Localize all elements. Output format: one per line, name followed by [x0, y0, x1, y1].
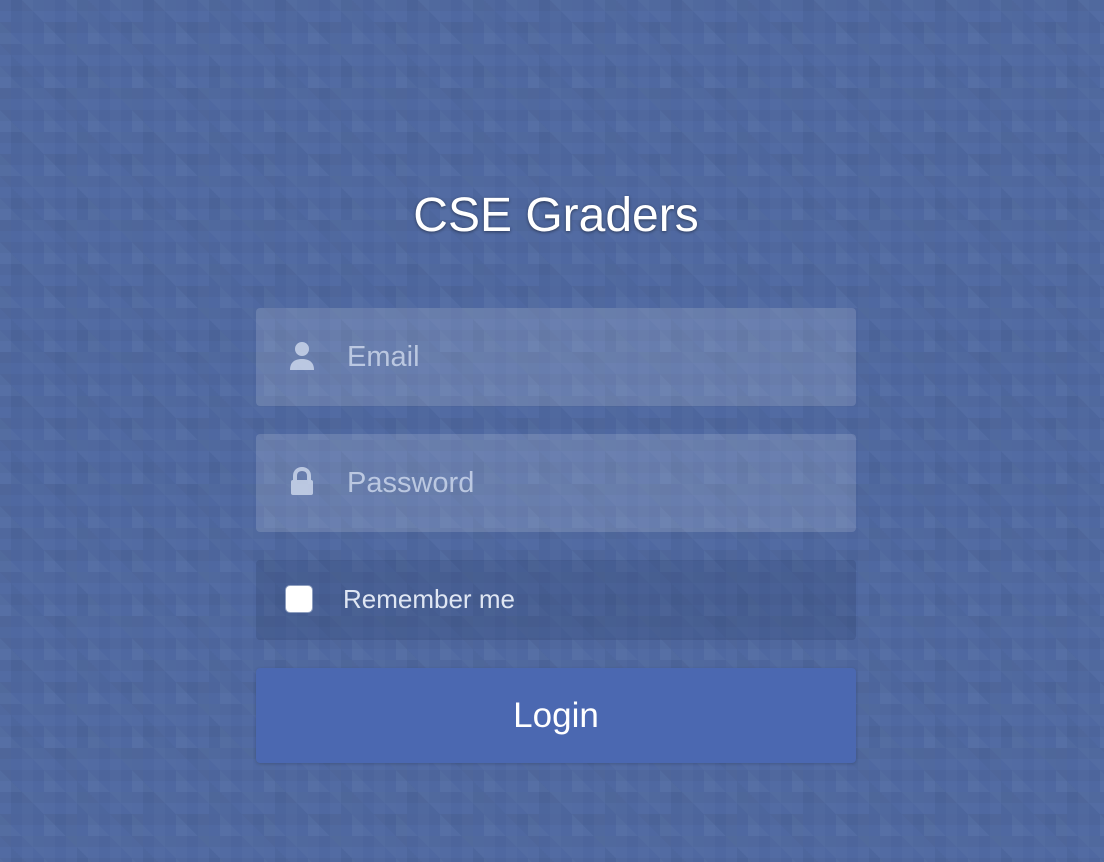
password-field-container	[256, 434, 856, 532]
login-button[interactable]: Login	[256, 668, 856, 763]
email-input[interactable]	[347, 308, 837, 406]
password-input[interactable]	[347, 434, 837, 532]
remember-me-checkbox[interactable]	[285, 585, 313, 613]
user-icon	[287, 341, 317, 371]
email-field-container	[256, 308, 856, 406]
remember-me-panel: Remember me	[256, 560, 856, 640]
lock-icon	[287, 467, 317, 497]
remember-me-label: Remember me	[343, 584, 515, 614]
page-title: CSE Graders	[413, 189, 699, 242]
